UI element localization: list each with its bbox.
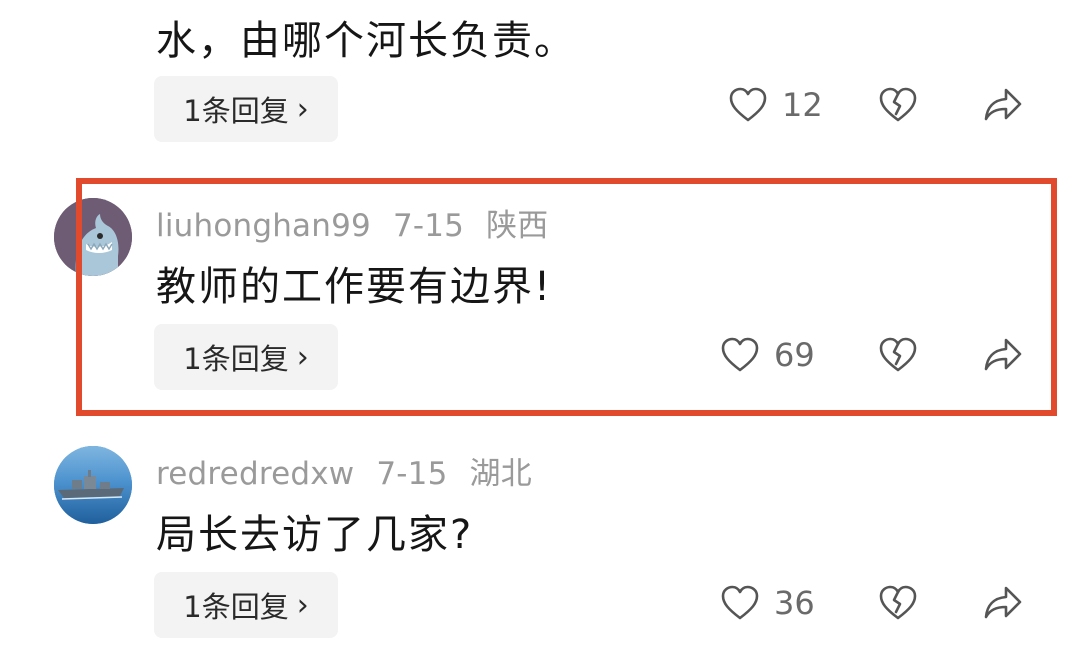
chevron-right-icon: ›	[296, 91, 309, 127]
comment-text: 局长去访了几家?	[156, 512, 474, 558]
comment-list: 水，由哪个河长负责。 1条回复 › 12 liuhonghan99 7-15 陕…	[0, 0, 1080, 652]
heart-outline-icon	[729, 87, 767, 122]
comment-text: 水，由哪个河长负责。	[156, 18, 576, 64]
reply-label: 1条回复	[183, 94, 289, 128]
share-button[interactable]	[982, 86, 1024, 124]
broken-heart-icon	[879, 87, 917, 122]
dislike-button[interactable]	[878, 86, 918, 124]
view-replies-button[interactable]: 1条回复 ›	[154, 572, 338, 638]
like-count: 36	[774, 584, 815, 622]
heart-outline-icon	[721, 585, 759, 620]
chevron-right-icon: ›	[296, 587, 309, 623]
avatar[interactable]	[54, 446, 132, 524]
comment-date: 7-15	[376, 456, 448, 492]
like-button[interactable]: 12	[728, 86, 823, 124]
dislike-button[interactable]	[878, 584, 918, 622]
highlight-annotation-box	[76, 178, 1057, 416]
share-arrow-icon	[984, 88, 1022, 121]
broken-heart-icon	[879, 585, 917, 620]
comment-meta: redredredxw 7-15 湖北	[156, 448, 554, 493]
like-count: 12	[782, 86, 823, 124]
share-arrow-icon	[984, 586, 1022, 619]
view-replies-button[interactable]: 1条回复 ›	[154, 76, 338, 142]
like-button[interactable]: 36	[720, 584, 815, 622]
comment-region: 湖北	[469, 456, 532, 492]
username[interactable]: redredredxw	[156, 456, 354, 492]
reply-label: 1条回复	[183, 590, 289, 624]
share-button[interactable]	[982, 584, 1024, 622]
warship-avatar-image	[54, 446, 132, 524]
